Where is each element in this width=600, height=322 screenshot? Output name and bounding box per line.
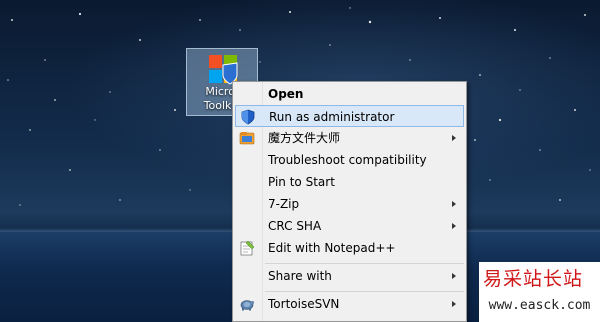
- menu-item-label: 7-Zip: [268, 197, 300, 211]
- file-master-icon: [239, 132, 255, 145]
- menu-item-label: Edit with Notepad++: [268, 241, 396, 255]
- submenu-arrow-icon: [452, 301, 456, 307]
- menu-separator: [265, 291, 464, 292]
- watermark-url: www.easck.com: [488, 298, 591, 313]
- uac-shield-icon: [241, 109, 255, 125]
- menu-item-label: Troubleshoot compatibility: [268, 153, 427, 167]
- submenu-arrow-icon: [452, 223, 456, 229]
- submenu-arrow-icon: [452, 135, 456, 141]
- menu-item-label: 魔方文件大师: [268, 131, 341, 145]
- menu-item-edit-with-notepadpp[interactable]: Edit with Notepad++: [235, 237, 464, 259]
- menu-item-crc-sha[interactable]: CRC SHA: [235, 215, 464, 237]
- menu-item-label: TortoiseSVN: [268, 297, 340, 311]
- submenu-arrow-icon: [452, 201, 456, 207]
- menu-item-label: Run as administrator: [269, 110, 395, 124]
- menu-item-7zip[interactable]: 7-Zip: [235, 193, 464, 215]
- menu-separator: [265, 263, 464, 264]
- menu-item-pin-to-start[interactable]: Pin to Start: [235, 171, 464, 193]
- menu-item-label: Pin to Start: [268, 175, 335, 189]
- menu-item-tortoisesvn[interactable]: TortoiseSVN: [235, 293, 464, 315]
- menu-item-label: CRC SHA: [268, 219, 322, 233]
- context-menu: Open Run as administrator 魔方文件大师 Trouble…: [232, 81, 467, 322]
- menu-item-file-master[interactable]: 魔方文件大师: [235, 127, 464, 149]
- menu-item-label: Open: [268, 87, 304, 101]
- site-watermark: 易采站长站 www.easck.com: [479, 262, 600, 322]
- menu-item-run-as-administrator[interactable]: Run as administrator: [235, 105, 464, 127]
- tortoisesvn-icon: [240, 300, 255, 311]
- submenu-arrow-icon: [452, 273, 456, 279]
- watermark-chinese-text: 易采站长站: [483, 268, 584, 290]
- notepadpp-icon: [240, 240, 255, 256]
- menu-item-label: Share with: [268, 269, 332, 283]
- menu-item-share-with[interactable]: Share with: [235, 265, 464, 287]
- menu-item-open[interactable]: Open: [235, 83, 464, 105]
- menu-item-troubleshoot-compatibility[interactable]: Troubleshoot compatibility: [235, 149, 464, 171]
